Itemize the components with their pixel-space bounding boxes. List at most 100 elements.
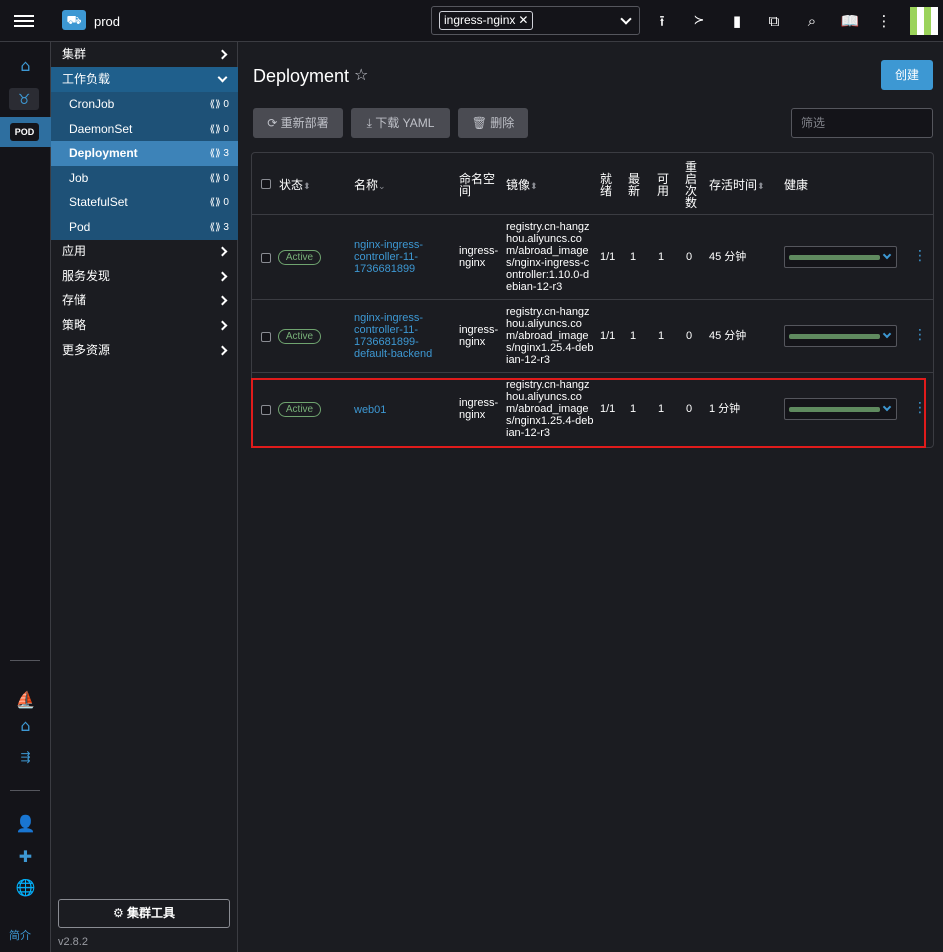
redeploy-button[interactable]: ⟳ 重新部署 [253, 108, 343, 138]
about-link[interactable]: 简介 [9, 927, 31, 943]
namespace-filter-select[interactable]: ingress-nginx ✕ [431, 6, 640, 35]
select-all-checkbox[interactable] [261, 179, 271, 189]
chevron-down-icon [217, 72, 228, 83]
chevron-right-icon [217, 246, 228, 257]
row-divider [252, 299, 933, 300]
hamburger-menu-icon[interactable] [14, 12, 34, 30]
nav-item-deployment[interactable]: Deployment ⟪⟫ 3 [51, 141, 238, 166]
deployment-name-link[interactable]: nginx-ingress-controller-11-1736681899 [354, 239, 444, 275]
column-header-age[interactable]: 存活时间⬍ [709, 179, 765, 193]
nav-item-label: StatefulSet [69, 195, 128, 209]
nav-group-service-discovery[interactable]: 服务发现 [51, 264, 238, 289]
import-yaml-icon[interactable]: ⭱ [651, 10, 673, 32]
rail-divider [10, 790, 40, 791]
create-button[interactable]: 创建 [881, 60, 933, 90]
cluster-rail: ⌂ ♉ POD ⛵ ⌂ ⇶ 👤 ✚ 🌐 简介 [0, 42, 51, 952]
version-label: v2.8.2 [58, 936, 88, 948]
nav-group-label: 更多资源 [62, 343, 111, 357]
column-header-available[interactable]: 可用 [657, 173, 671, 197]
nav-item-pod[interactable]: Pod ⟪⟫ 3 [51, 215, 238, 240]
cluster-api-icon[interactable]: ⇶ [0, 745, 51, 769]
nav-group-policy[interactable]: 策略 [51, 313, 238, 338]
nav-item-statefulset[interactable]: StatefulSet ⟪⟫ 0 [51, 190, 238, 215]
chevron-down-icon[interactable] [620, 13, 632, 25]
cluster-pod-item[interactable]: POD [0, 117, 51, 147]
ready-cell: 1/1 [600, 251, 616, 263]
up-to-date-cell: 1 [630, 403, 637, 415]
nav-group-more-resources[interactable]: 更多资源 [51, 338, 238, 363]
age-cell: 45 分钟 [709, 251, 747, 263]
image-cell: registry.cn-hangzhou.aliyuncs.com/abroad… [506, 221, 590, 293]
nav-item-daemonset[interactable]: DaemonSet ⟪⟫ 0 [51, 117, 238, 142]
side-nav: 集群 工作负载 CronJob ⟪⟫ 0 DaemonSet ⟪⟫ 0 Deploy… [51, 42, 238, 952]
restarts-cell: 0 [686, 251, 693, 263]
nav-item-job[interactable]: Job ⟪⟫ 0 [51, 166, 238, 191]
nav-group-storage[interactable]: 存储 [51, 288, 238, 313]
status-badge: Active [278, 250, 321, 265]
nav-group-label: 策略 [62, 318, 87, 332]
rancher-logo-icon[interactable]: ♉ [9, 88, 39, 110]
health-select[interactable] [784, 398, 897, 420]
download-yaml-button[interactable]: ⤓ 下载 YAML [351, 108, 450, 138]
more-icon[interactable]: ⋮ [873, 10, 895, 32]
image-cell: registry.cn-hangzhou.aliyuncs.com/abroad… [506, 306, 594, 366]
ready-cell: 1/1 [600, 403, 616, 415]
filter-input[interactable] [791, 108, 933, 138]
extensions-icon[interactable]: ✚ [0, 845, 51, 869]
search-icon[interactable]: ⌕ [801, 10, 823, 32]
column-header-namespace[interactable]: 命名空间 [459, 173, 495, 197]
nav-item-count: ⟪⟫ 0 [209, 124, 229, 135]
nav-group-apps[interactable]: 应用 [51, 239, 238, 264]
copy-kubeconfig-icon[interactable]: ⧉ [763, 10, 785, 32]
namespace-cell: ingress-nginx [459, 245, 499, 269]
namespace-cell: ingress-nginx [459, 397, 499, 421]
column-header-ready[interactable]: 就绪 [600, 173, 614, 197]
nav-group-label: 应用 [62, 244, 87, 258]
health-select[interactable] [784, 325, 897, 347]
globe-icon[interactable]: 🌐 [0, 876, 51, 900]
row-checkbox[interactable] [261, 253, 271, 263]
nav-item-cronjob[interactable]: CronJob ⟪⟫ 0 [51, 92, 238, 117]
nav-item-count: ⟪⟫ 3 [209, 148, 229, 159]
row-actions-icon[interactable]: ⋮ [913, 328, 927, 342]
available-cell: 1 [658, 330, 665, 342]
column-header-up-to-date[interactable]: 最新 [628, 173, 642, 197]
chevron-right-icon [217, 295, 228, 306]
up-to-date-cell: 1 [630, 330, 637, 342]
kubectl-shell-icon[interactable]: ≻ [688, 10, 710, 32]
row-actions-icon[interactable]: ⋮ [913, 401, 927, 415]
row-checkbox[interactable] [261, 405, 271, 415]
nav-group-cluster[interactable]: 集群 [51, 42, 238, 67]
page-title: Deployment [253, 66, 350, 86]
deployment-name-link[interactable]: web01 [354, 404, 444, 416]
delete-button[interactable]: 🗑 删除 [458, 108, 528, 138]
pod-label: POD [10, 123, 39, 141]
column-header-restarts[interactable]: 重启次数 [685, 161, 699, 209]
fleet-icon[interactable]: ⛵ [0, 688, 51, 712]
favorite-star-icon[interactable]: ☆ [354, 65, 368, 84]
main-content: Deployment ☆ 创建 ⟳ 重新部署 ⤓ 下载 YAML 🗑 删除 状态… [238, 42, 943, 952]
docs-icon[interactable]: 📖 [839, 10, 861, 32]
image-cell: registry.cn-hangzhou.aliyuncs.com/abroad… [506, 379, 594, 439]
chip-remove-icon[interactable]: ✕ [518, 13, 528, 27]
avatar[interactable] [910, 7, 938, 35]
health-bar [789, 334, 880, 339]
chevron-right-icon [217, 271, 228, 282]
health-select[interactable] [784, 246, 897, 268]
nav-item-count: ⟪⟫ 0 [209, 99, 229, 110]
virtualization-icon[interactable]: ⌂ [0, 714, 51, 738]
column-header-state[interactable]: 状态⬍ [279, 179, 311, 193]
ready-cell: 1/1 [600, 330, 616, 342]
column-header-image[interactable]: 镜像⬍ [506, 179, 538, 193]
home-icon[interactable]: ⌂ [0, 54, 51, 78]
kubeconfig-icon[interactable]: ▮ [726, 10, 748, 32]
cluster-logo-icon: ⛟ [62, 10, 86, 30]
chevron-down-icon [882, 250, 892, 260]
column-header-name[interactable]: 名称⌄ [354, 179, 386, 193]
nav-group-workloads[interactable]: 工作负载 [51, 67, 238, 92]
deployment-name-link[interactable]: nginx-ingress-controller-11-1736681899-d… [354, 312, 444, 360]
cluster-tools-button[interactable]: ⚙ 集群工具 [58, 899, 230, 928]
row-actions-icon[interactable]: ⋮ [913, 249, 927, 263]
row-checkbox[interactable] [261, 332, 271, 342]
user-icon[interactable]: 👤 [0, 812, 51, 836]
